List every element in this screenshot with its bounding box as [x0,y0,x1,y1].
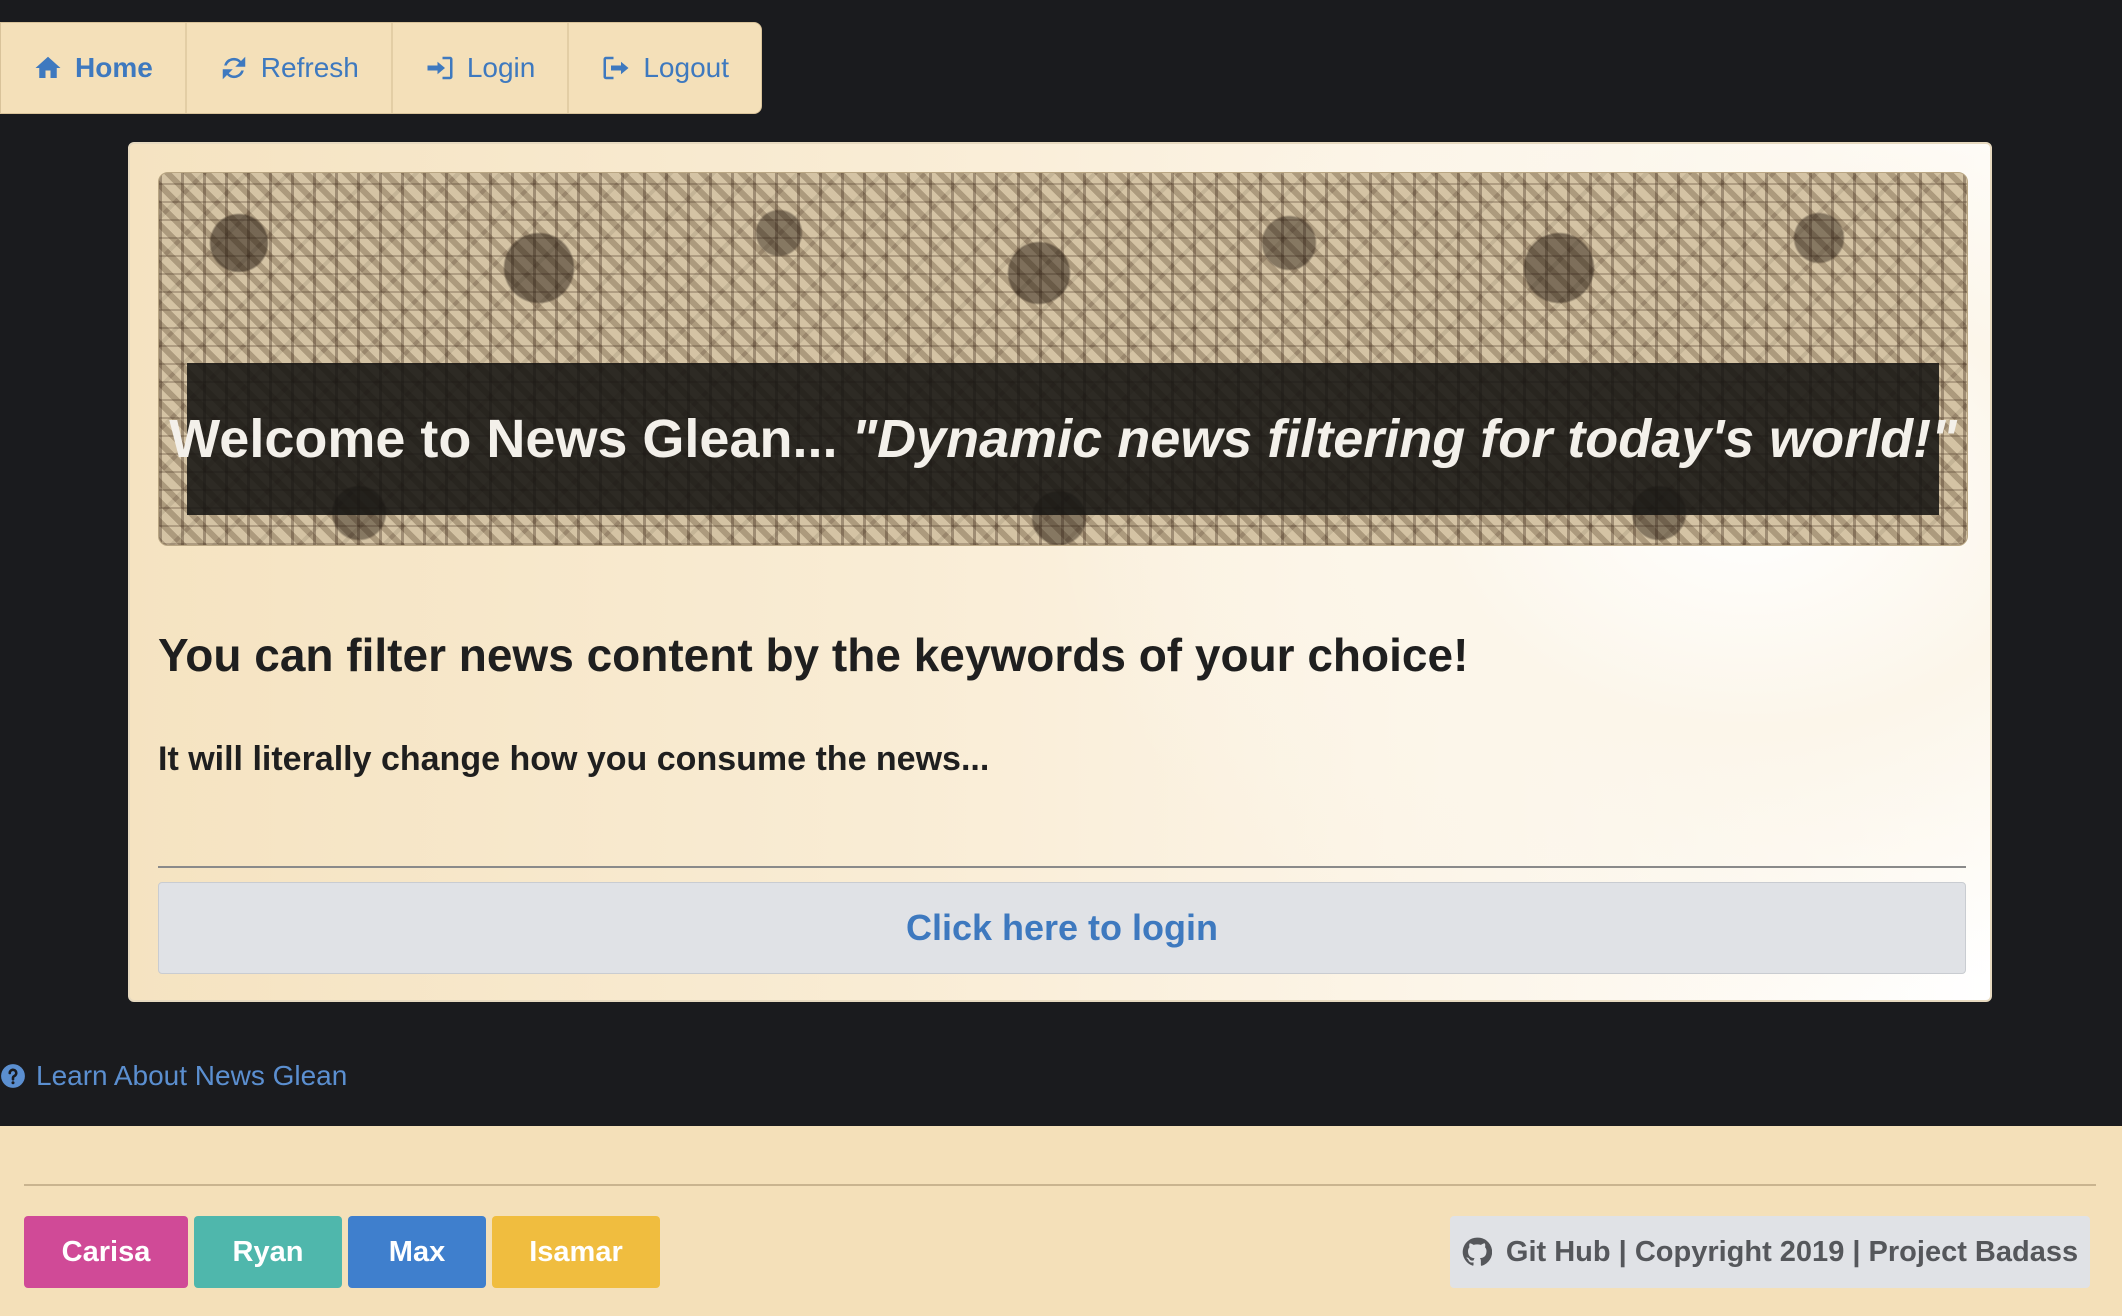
github-copyright-button[interactable]: Git Hub | Copyright 2019 | Project Badas… [1450,1216,2090,1288]
banner-title-text: Welcome to News Glean... [169,409,838,469]
page-subheading: It will literally change how you consume… [158,740,990,778]
team-button-carisa[interactable]: Carisa [24,1216,188,1288]
nav-login[interactable]: Login [393,23,570,113]
login-button[interactable]: Click here to login [158,882,1966,974]
banner-tagline: "Dynamic news filtering for today's worl… [851,409,1957,469]
refresh-icon [222,56,246,80]
learn-about-link[interactable]: Learn About News Glean [0,1060,347,1092]
top-nav: Home Refresh Login Logout [0,22,762,114]
banner-title: Welcome to News Glean... "Dynamic news f… [169,363,1957,515]
question-circle-icon [1,1064,25,1088]
team-button-isamar[interactable]: Isamar [492,1216,660,1288]
nav-login-label: Login [466,52,536,83]
nav-home-label: Home [75,52,153,83]
newspaper-banner: Welcome to News Glean... "Dynamic news f… [158,172,1968,546]
learn-about-label: Learn About News Glean [36,1060,348,1091]
nav-refresh-label: Refresh [260,52,359,83]
nav-refresh[interactable]: Refresh [187,23,393,113]
team-button-ryan[interactable]: Ryan [194,1216,342,1288]
nav-logout[interactable]: Logout [569,23,761,113]
footer: Carisa Ryan Max Isamar Git Hub | Copyrig… [0,1126,2122,1316]
welcome-card: Welcome to News Glean... "Dynamic news f… [128,142,1992,1002]
nav-logout-label: Logout [643,52,729,83]
team-button-max[interactable]: Max [348,1216,486,1288]
copyright-text: Git Hub | Copyright 2019 | Project Badas… [1505,1235,2079,1268]
github-icon [1462,1237,1492,1266]
nav-home[interactable]: Home [1,23,187,113]
page-heading: You can filter news content by the keywo… [158,629,1469,681]
footer-divider [24,1184,2096,1186]
divider [158,866,1966,868]
team-buttons: Carisa Ryan Max Isamar [24,1216,660,1288]
sign-in-icon [427,56,453,80]
home-icon [35,56,61,78]
sign-out-icon [603,56,629,80]
